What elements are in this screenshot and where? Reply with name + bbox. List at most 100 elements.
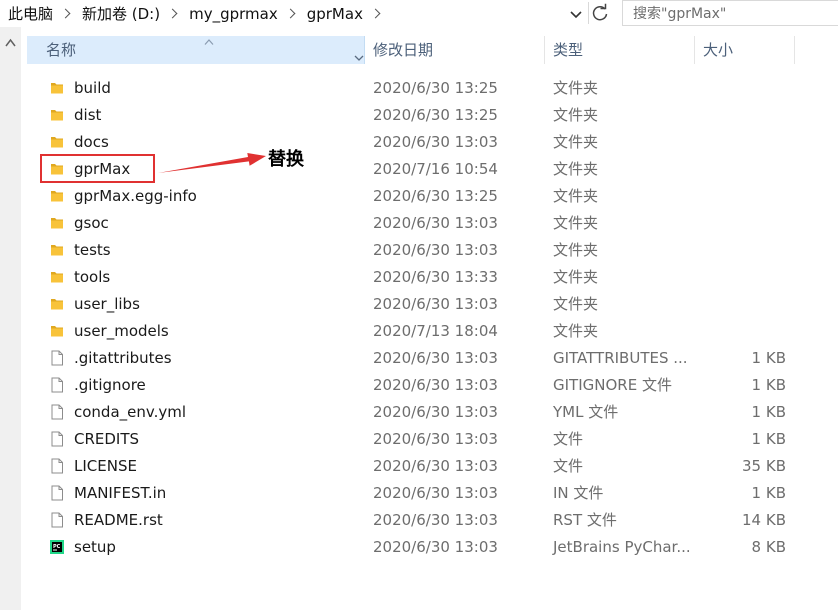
folder-icon	[49, 107, 65, 123]
file-row[interactable]: gsoc 2020/6/30 13:03 文件夹	[21, 210, 838, 237]
filter-chevron-down-icon[interactable]	[354, 54, 364, 62]
folder-icon	[49, 242, 65, 258]
file-size: 35 KB	[742, 457, 786, 475]
file-name[interactable]: tools	[74, 264, 110, 291]
file-name[interactable]: tests	[74, 237, 111, 264]
address-bar: 此电脑 新加卷 (D:) my_gprmax gprMax	[0, 0, 838, 27]
file-size: 1 KB	[751, 403, 786, 421]
file-date: 2020/6/30 13:25	[373, 79, 498, 97]
file-name[interactable]: dist	[74, 102, 101, 129]
search-input[interactable]	[631, 5, 835, 23]
column-header-name-label: 名称	[46, 41, 77, 59]
breadcrumb-chevron-icon[interactable]	[370, 8, 381, 19]
file-row[interactable]: .gitignore 2020/6/30 13:03 GITIGNORE 文件 1 K…	[21, 372, 838, 399]
file-size: 8 KB	[751, 538, 786, 556]
file-type: GITATTRIBUTES ...	[553, 349, 688, 367]
file-size: 1 KB	[751, 376, 786, 394]
file-size: 1 KB	[751, 349, 786, 367]
file-row[interactable]: PC setup 2020/6/30 13:03 JetBrains PyChar..…	[21, 534, 838, 561]
file-icon	[49, 485, 65, 501]
file-row[interactable]: README.rst 2020/6/30 13:03 RST 文件 14 KB	[21, 507, 838, 534]
file-type: 文件夹	[553, 268, 599, 286]
column-header-row: 名称 修改日期 类型 大小	[21, 27, 838, 73]
folder-icon	[49, 215, 65, 231]
file-name[interactable]: user_libs	[74, 291, 140, 318]
file-row[interactable]: conda_env.yml 2020/6/30 13:03 YML 文件 1 KB	[21, 399, 838, 426]
file-row[interactable]: CREDITS 2020/6/30 13:03 文件 1 KB	[21, 426, 838, 453]
annotation-arrow-icon	[158, 153, 266, 173]
column-header-date-label: 修改日期	[373, 41, 434, 59]
column-header-size[interactable]: 大小	[697, 36, 795, 64]
file-icon	[49, 458, 65, 474]
file-list: build 2020/6/30 13:25 文件夹 dist 2020/6/30 13:…	[21, 75, 838, 561]
file-row[interactable]: tests 2020/6/30 13:03 文件夹	[21, 237, 838, 264]
folder-icon	[49, 296, 65, 312]
highlight-box	[40, 154, 155, 183]
breadcrumb-chevron-icon[interactable]	[167, 8, 178, 19]
file-name[interactable]: gsoc	[74, 210, 109, 237]
file-date: 2020/7/13 18:04	[373, 322, 498, 340]
file-row[interactable]: docs 2020/6/30 13:03 文件夹	[21, 129, 838, 156]
file-name[interactable]: gprMax.egg-info	[74, 183, 197, 210]
breadcrumb-gprmax[interactable]: gprMax	[307, 5, 363, 23]
file-type: 文件夹	[553, 106, 599, 124]
file-name[interactable]: setup	[74, 534, 116, 561]
file-date: 2020/6/30 13:33	[373, 268, 498, 286]
address-history-chevron-down-icon[interactable]	[568, 6, 584, 22]
breadcrumb[interactable]: 此电脑 新加卷 (D:) my_gprmax gprMax	[8, 0, 392, 27]
file-type: 文件夹	[553, 214, 599, 232]
file-row[interactable]: MANIFEST.in 2020/6/30 13:03 IN 文件 1 KB	[21, 480, 838, 507]
file-date: 2020/6/30 13:03	[373, 214, 498, 232]
file-name[interactable]: .gitattributes	[74, 345, 172, 372]
file-row[interactable]: gprMax.egg-info 2020/6/30 13:25 文件夹	[21, 183, 838, 210]
file-name[interactable]: docs	[74, 129, 109, 156]
file-row[interactable]: user_libs 2020/6/30 13:03 文件夹	[21, 291, 838, 318]
file-icon	[49, 512, 65, 528]
file-row[interactable]: dist 2020/6/30 13:25 文件夹	[21, 102, 838, 129]
file-size: 14 KB	[742, 511, 786, 529]
file-name[interactable]: README.rst	[74, 507, 163, 534]
file-date: 2020/6/30 13:03	[373, 295, 498, 313]
file-row[interactable]: tools 2020/6/30 13:33 文件夹	[21, 264, 838, 291]
file-row[interactable]: build 2020/6/30 13:25 文件夹	[21, 75, 838, 102]
vertical-scrollbar[interactable]	[0, 27, 21, 610]
file-date: 2020/6/30 13:03	[373, 511, 498, 529]
column-header-date[interactable]: 修改日期	[367, 36, 545, 64]
file-name[interactable]: user_models	[74, 318, 169, 345]
file-row[interactable]: .gitattributes 2020/6/30 13:03 GITATTRIBUT…	[21, 345, 838, 372]
breadcrumb-drive[interactable]: 新加卷 (D:)	[82, 3, 160, 24]
file-name[interactable]: .gitignore	[74, 372, 146, 399]
file-type: 文件夹	[553, 160, 599, 178]
breadcrumb-chevron-icon[interactable]	[285, 8, 296, 19]
search-box[interactable]	[622, 0, 838, 26]
file-row[interactable]: user_models 2020/7/13 18:04 文件夹	[21, 318, 838, 345]
annotation-label: 替换	[268, 149, 304, 170]
file-date: 2020/6/30 13:03	[373, 484, 498, 502]
folder-icon	[49, 269, 65, 285]
file-type: 文件夹	[553, 133, 599, 151]
file-name[interactable]: conda_env.yml	[74, 399, 186, 426]
refresh-icon[interactable]	[588, 2, 611, 24]
breadcrumb-chevron-icon[interactable]	[60, 8, 71, 19]
file-date: 2020/6/30 13:03	[373, 376, 498, 394]
file-icon	[49, 377, 65, 393]
file-icon	[49, 404, 65, 420]
file-name[interactable]: LICENSE	[74, 453, 137, 480]
file-date: 2020/6/30 13:25	[373, 187, 498, 205]
file-date: 2020/6/30 13:03	[373, 403, 498, 421]
breadcrumb-this-pc[interactable]: 此电脑	[8, 3, 53, 24]
file-name[interactable]: MANIFEST.in	[74, 480, 166, 507]
file-name[interactable]: CREDITS	[74, 426, 139, 453]
file-type: 文件夹	[553, 241, 599, 259]
file-row[interactable]: LICENSE 2020/6/30 13:03 文件 35 KB	[21, 453, 838, 480]
file-date: 2020/6/30 13:03	[373, 457, 498, 475]
breadcrumb-my-gprmax[interactable]: my_gprmax	[189, 5, 278, 23]
folder-icon	[49, 80, 65, 96]
scroll-up-arrow-icon[interactable]	[5, 38, 16, 47]
file-name[interactable]: build	[74, 75, 111, 102]
column-header-name[interactable]: 名称	[27, 36, 365, 64]
file-date: 2020/7/16 10:54	[373, 160, 498, 178]
file-icon	[49, 431, 65, 447]
file-date: 2020/6/30 13:03	[373, 349, 498, 367]
column-header-type[interactable]: 类型	[547, 36, 695, 64]
